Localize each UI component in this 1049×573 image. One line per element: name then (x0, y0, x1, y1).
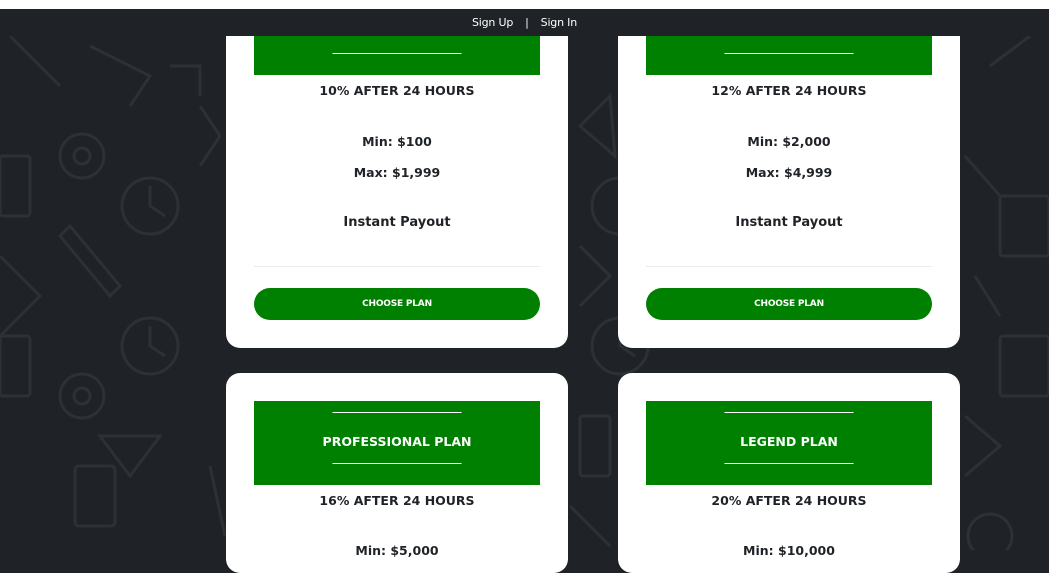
header-divider (332, 463, 462, 464)
plan-payout: Instant Payout (735, 215, 843, 230)
header-divider (332, 53, 462, 54)
plan-min: Min: $10,000 (743, 543, 835, 558)
plan-max: Max: $4,999 (745, 165, 833, 180)
header-divider (724, 412, 854, 413)
sign-in-link[interactable]: Sign In (541, 16, 578, 29)
header-divider (724, 463, 854, 464)
plan-min: Min: $100 (362, 134, 432, 149)
plan-title: PROFESSIONAL PLAN (322, 434, 472, 449)
plan-rate: 12% AFTER 24 HOURS (711, 83, 867, 98)
card-divider (254, 266, 540, 267)
top-edge (0, 0, 1049, 9)
plan-rate: 20% AFTER 24 HOURS (711, 493, 867, 508)
plan-card: LEGEND PLAN 20% AFTER 24 HOURS Min: $10,… (618, 373, 960, 573)
header-divider (332, 412, 462, 413)
plan-card: 12% AFTER 24 HOURS Min: $2,000 Max: $4,9… (618, 0, 960, 348)
top-nav: Sign Up | Sign In (0, 9, 1049, 36)
plan-card-header: PROFESSIONAL PLAN (254, 401, 540, 485)
header-divider (724, 53, 854, 54)
plan-min: Min: $2,000 (747, 134, 831, 149)
plan-min: Min: $5,000 (355, 543, 439, 558)
plan-card-header: LEGEND PLAN (646, 401, 932, 485)
plan-max: Max: $1,999 (353, 165, 441, 180)
plan-card: 10% AFTER 24 HOURS Min: $100 Max: $1,999… (226, 0, 568, 348)
plan-rate: 16% AFTER 24 HOURS (319, 493, 475, 508)
sign-up-link[interactable]: Sign Up (472, 16, 513, 29)
card-divider (646, 266, 932, 267)
plan-card: PROFESSIONAL PLAN 16% AFTER 24 HOURS Min… (226, 373, 568, 573)
plan-title: LEGEND PLAN (740, 434, 838, 449)
plan-rate: 10% AFTER 24 HOURS (319, 83, 475, 98)
choose-plan-button[interactable]: CHOOSE PLAN (254, 288, 540, 320)
plan-payout: Instant Payout (343, 215, 451, 230)
choose-plan-button[interactable]: CHOOSE PLAN (646, 288, 932, 320)
nav-separator: | (525, 16, 529, 29)
